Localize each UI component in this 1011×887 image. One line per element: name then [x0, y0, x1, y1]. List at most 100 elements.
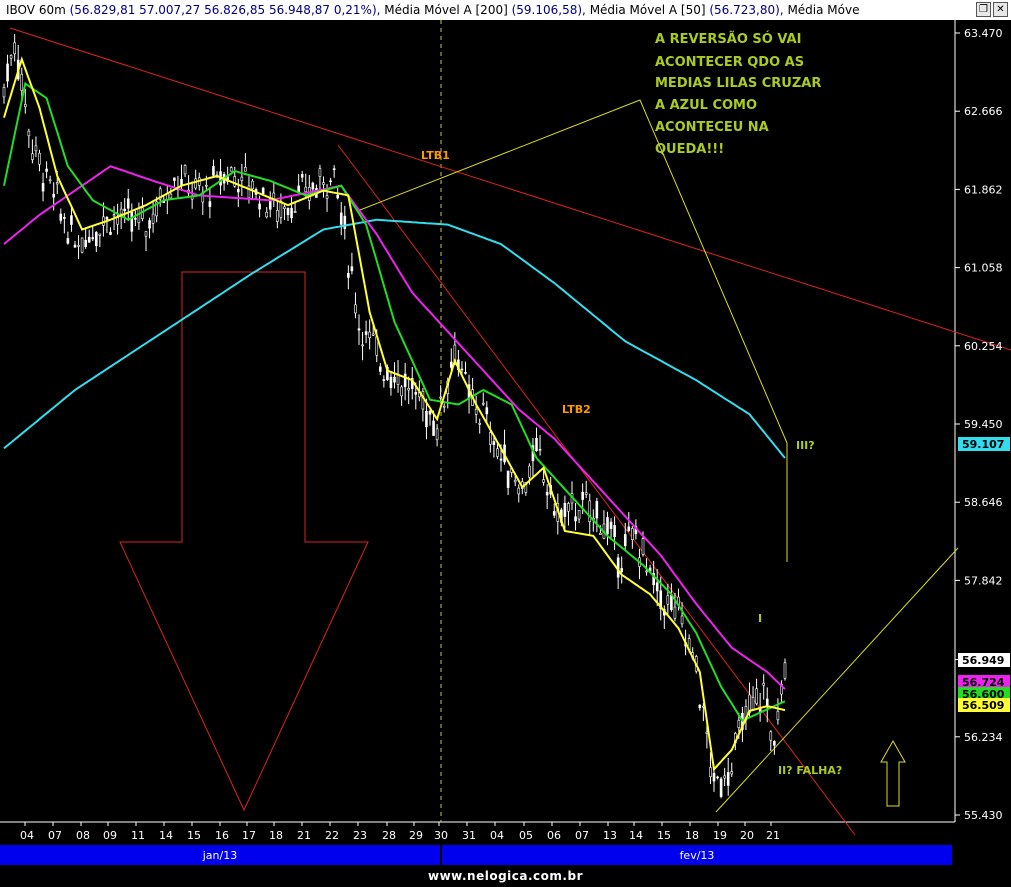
candle-body [144, 231, 148, 237]
candle-body [2, 87, 6, 98]
candle-body [212, 166, 215, 176]
candle-body [563, 502, 567, 517]
close-window-icon[interactable]: ✕ [993, 2, 1008, 17]
candle-body [48, 179, 52, 182]
candle-body [719, 778, 723, 797]
candle-body [535, 437, 538, 452]
candle-body [709, 767, 712, 777]
ma200-value: (59.106,58), [511, 3, 586, 17]
restore-window-icon[interactable]: ❐ [976, 2, 991, 17]
candle-body [322, 182, 325, 185]
x-tick-label: 30 [434, 829, 448, 842]
candle-body [769, 731, 773, 741]
candle-body [123, 208, 126, 212]
candle-body [492, 441, 496, 446]
y-tick-label: 60.254 [964, 340, 1003, 353]
candle-body [755, 688, 758, 704]
y-tick-label: 59.450 [964, 418, 1003, 431]
candle-body [645, 570, 648, 573]
candle-body [382, 379, 386, 381]
note-line-6: QUEDA!!! [655, 142, 724, 157]
candle-body [59, 213, 63, 221]
ohlc-values: (56.829,81 57.007,27 56.826,85 56.948,87… [69, 3, 381, 17]
candle-body [325, 195, 329, 199]
x-tick-label: 14 [629, 829, 643, 842]
candle-body [173, 177, 176, 181]
x-tick-label: 16 [215, 829, 229, 842]
price-chart: LTB1 LTB2 A REVERSÃO SÓ VAI ACONTECER QD… [0, 20, 1011, 866]
candle-body [680, 615, 684, 625]
x-tick-label: 29 [409, 829, 423, 842]
candle-body [378, 366, 382, 372]
candle-body [389, 376, 393, 389]
candle-body [261, 187, 265, 195]
candle-body [574, 516, 577, 522]
y-tick-label: 55.430 [964, 809, 1003, 822]
candle-body [77, 245, 80, 247]
candle-body [304, 186, 308, 193]
candle-body [300, 174, 304, 178]
candle-body [368, 331, 371, 339]
candle-body [716, 776, 719, 779]
x-tick-label: 20 [740, 829, 754, 842]
note-line-2: ACONTECER QDO AS [655, 55, 804, 70]
wave-iii-label: III? [796, 439, 815, 452]
note-line-4: A AZUL COMO [655, 98, 757, 113]
candle-body [347, 272, 350, 278]
chart-title-bar: IBOV 60m (56.829,81 57.007,27 56.826,85 … [0, 0, 1011, 20]
symbol-label: IBOV 60m [6, 3, 66, 17]
candle-body [545, 491, 549, 496]
candle-body [577, 510, 581, 520]
candle-body [762, 682, 766, 686]
candle-body [627, 526, 631, 531]
x-tick-label: 04 [20, 829, 34, 842]
candle-body [435, 428, 439, 440]
candle-body [474, 408, 478, 415]
ltb1-label: LTB1 [421, 149, 450, 162]
x-tick-label: 21 [297, 829, 311, 842]
candle-body [481, 402, 485, 405]
candle-body [567, 503, 570, 512]
candle-body [105, 216, 109, 220]
x-tick-label: 15 [657, 829, 671, 842]
candle-body [276, 209, 279, 222]
candle-body [27, 130, 31, 137]
x-tick-label: 06 [547, 829, 561, 842]
y-tick-label: 63.470 [964, 27, 1003, 40]
candle-body [449, 361, 453, 368]
candle-body [350, 266, 354, 272]
candle-body [666, 595, 670, 605]
candle-body [233, 176, 237, 187]
candle-body [400, 386, 403, 397]
candle-body [783, 662, 787, 679]
candle-body [91, 237, 95, 240]
candle-body [98, 233, 102, 236]
candle-body [73, 244, 77, 248]
candle-body [506, 470, 510, 488]
x-tick-label: 21 [766, 829, 780, 842]
candle-body [606, 517, 609, 535]
candle-body [194, 178, 197, 189]
x-tick-label: 31 [462, 829, 476, 842]
candle-body [63, 217, 66, 219]
candle-body [673, 606, 677, 619]
y-tick-label: 58.646 [964, 496, 1003, 509]
candle-body [620, 568, 624, 573]
candle-body [237, 188, 240, 193]
candle-body [84, 240, 87, 247]
candle-body [552, 511, 556, 516]
candle-body [581, 491, 584, 500]
x-tick-label: 07 [575, 829, 589, 842]
candle-body [393, 376, 396, 383]
note-line-3: MEDIAS LILAS CRUZAR [655, 76, 821, 91]
candle-body [414, 392, 418, 395]
candle-body [542, 479, 545, 483]
y-tick-label: 62.666 [964, 105, 1003, 118]
candle-body [599, 532, 602, 535]
candle-body [478, 422, 482, 425]
x-tick-label: 18 [269, 829, 283, 842]
y-tick-label: 61.862 [964, 183, 1003, 196]
candle-body [613, 525, 616, 537]
candle-body [148, 220, 151, 229]
candle-body [641, 538, 645, 555]
